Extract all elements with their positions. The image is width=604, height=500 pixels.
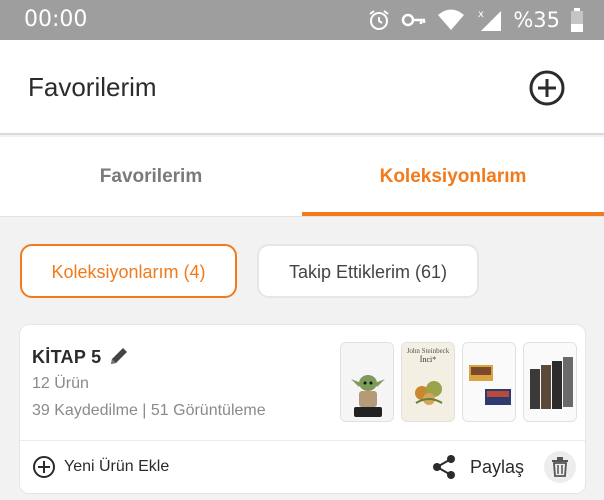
product-thumbnail[interactable] (523, 342, 577, 422)
alarm-icon (367, 8, 391, 32)
product-thumbnail[interactable] (462, 342, 516, 422)
page-title: Favorilerim (28, 72, 157, 102)
signal-icon: x (475, 7, 503, 33)
status-bar: 00:00 x %35 (0, 0, 604, 40)
collection-card[interactable]: KİTAP 5 12 Ürün 39 Kaydedilme | 51 Görün… (19, 324, 586, 494)
plus-circle-icon (529, 70, 565, 106)
trash-icon (552, 457, 568, 477)
plus-circle-icon (33, 456, 55, 478)
add-collection-button[interactable] (528, 69, 566, 107)
active-tab-indicator (302, 212, 604, 216)
add-product-label: Yeni Ürün Ekle (64, 458, 170, 475)
collection-item-count: 12 Ürün (32, 375, 89, 392)
delete-button[interactable] (544, 451, 576, 483)
thumbnail-book-author: John Steinbeck (406, 347, 450, 355)
collection-thumbnails: John Steinbeck İnci* (340, 342, 577, 422)
tab-favorilerim[interactable]: Favorilerim (0, 137, 302, 217)
status-time: 00:00 (24, 7, 88, 32)
wifi-icon (437, 8, 465, 32)
product-thumbnail[interactable]: John Steinbeck İnci* (401, 342, 455, 422)
chip-koleksiyonlarim[interactable]: Koleksiyonlarım (4) (20, 244, 237, 298)
share-button[interactable]: Paylaş (432, 454, 524, 480)
pencil-icon[interactable] (108, 345, 130, 367)
battery-icon (570, 8, 584, 32)
svg-text:x: x (478, 9, 484, 20)
product-thumbnail[interactable] (340, 342, 394, 422)
collection-stats: 39 Kaydedilme | 51 Görüntüleme (32, 402, 266, 419)
status-icons: x %35 (367, 7, 584, 33)
battery-percentage: %35 (513, 8, 560, 32)
chip-takip-ettiklerim[interactable]: Takip Ettiklerim (61) (257, 244, 479, 298)
add-product-button[interactable]: Yeni Ürün Ekle (32, 455, 169, 479)
app-bar: Favorilerim (0, 40, 604, 135)
card-divider (20, 440, 585, 441)
share-label: Paylaş (470, 456, 525, 477)
key-icon (401, 8, 427, 32)
collection-title: KİTAP 5 (32, 347, 102, 367)
tab-koleksiyonlarim[interactable]: Koleksiyonlarım (302, 137, 604, 217)
thumbnail-book-title: İnci* (419, 355, 437, 364)
share-icon (433, 455, 455, 479)
tab-bar: Favorilerim Koleksiyonlarım (0, 137, 604, 217)
